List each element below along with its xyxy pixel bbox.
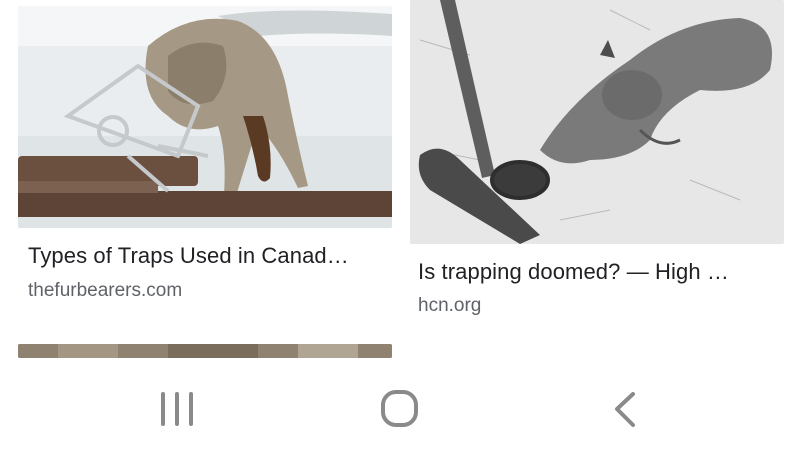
result-card-2[interactable]: Is trapping doomed? — High … hcn.org bbox=[400, 0, 800, 340]
result-source-1[interactable]: thefurbearers.com bbox=[28, 280, 182, 302]
result-thumbnail-2[interactable] bbox=[410, 0, 784, 244]
result-card-3[interactable] bbox=[0, 344, 400, 360]
result-card-1[interactable]: Types of Traps Used in Canad… thefurbear… bbox=[0, 0, 400, 340]
home-icon[interactable] bbox=[355, 360, 445, 450]
result-thumbnail-1[interactable] bbox=[18, 6, 392, 228]
back-icon[interactable] bbox=[580, 360, 670, 450]
result-title-1[interactable]: Types of Traps Used in Canad… bbox=[28, 243, 349, 269]
lynx-trap-image bbox=[410, 0, 784, 244]
system-navigation-bar bbox=[0, 360, 800, 450]
result-title-2[interactable]: Is trapping doomed? — High … bbox=[418, 259, 729, 285]
result-thumbnail-3[interactable] bbox=[18, 344, 392, 358]
recent-apps-icon[interactable] bbox=[132, 360, 222, 450]
result-source-2[interactable]: hcn.org bbox=[418, 295, 481, 317]
partial-image bbox=[18, 344, 392, 358]
coyote-trap-image bbox=[18, 6, 392, 228]
